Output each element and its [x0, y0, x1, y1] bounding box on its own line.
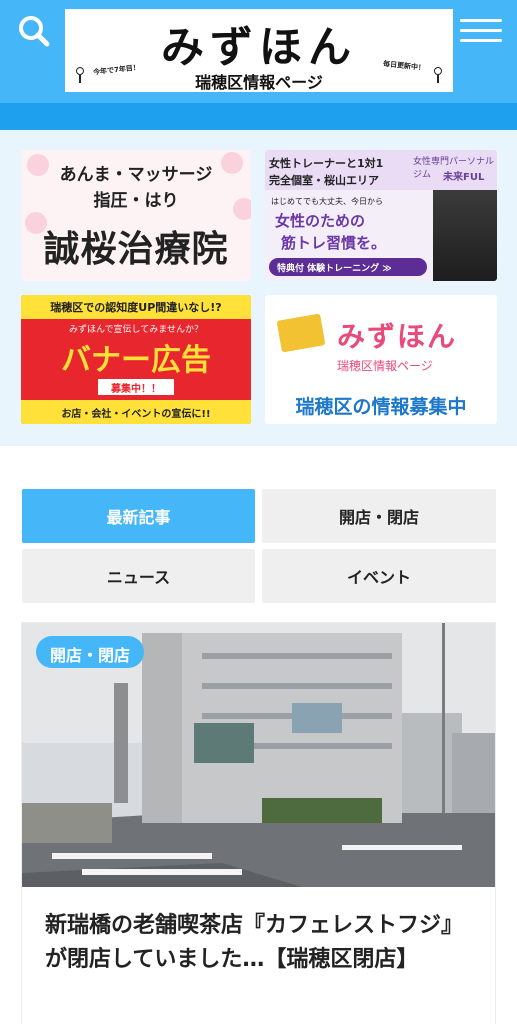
category-badge[interactable]: 開店・閉店	[36, 636, 144, 668]
hamburger-menu-icon	[458, 19, 504, 42]
banner-ad-recruit[interactable]: 瑞穂区での認知度UP間違いなし!? みずほんで宣伝してみませんか？ バナー広告 …	[21, 295, 251, 424]
banner-mirai-ful-gym[interactable]: 女性トレーナーと1対1 完全個室・桜山エリア 女性専門パーソナルジム 未来FUL…	[265, 150, 497, 281]
banner-text: お店・会社・イベントの宣伝に!!	[21, 400, 251, 424]
banner-text: はじめてでも大丈夫、今日から	[271, 197, 383, 206]
banner-text: 瑞穂区の情報募集中	[295, 396, 467, 418]
logo-figure-right-icon	[429, 67, 447, 87]
article-card[interactable]: 開店・閉店 新瑞橋の老舗喫茶店『カフェレストフジ』が閉店していました…【瑞穂区閉…	[22, 623, 495, 1024]
site-logo[interactable]: みずほん 瑞穂区情報ページ 今年で7年目！ 毎日更新中！	[65, 9, 453, 92]
tab-news[interactable]: ニュース	[22, 549, 255, 603]
banner-text: みずほんで宣伝してみませんか？	[68, 325, 203, 335]
banner-seiou-clinic[interactable]: あんま・マッサージ 指圧・はり 誠桜治療院	[21, 150, 251, 281]
tab-open-close[interactable]: 開店・閉店	[262, 489, 496, 543]
banner-info-recruit[interactable]: みずほん 瑞穂区情報ページ 瑞穂区の情報募集中	[265, 295, 497, 424]
banner-text: 指圧・はり	[93, 191, 179, 211]
banner-text: 女性トレーナーと1対1	[269, 157, 384, 170]
logo-figure-left-icon	[71, 67, 89, 87]
trial-training-button[interactable]: 特典付 体験トレーニング ≫	[269, 258, 427, 276]
tab-latest[interactable]: 最新記事	[22, 489, 255, 543]
banner-text: 瑞穂区情報ページ	[337, 359, 433, 373]
menu-button[interactable]	[458, 14, 504, 50]
banner-badge: 募集中！！	[98, 379, 174, 395]
site-header: みずほん 瑞穂区情報ページ 今年で7年目！ 毎日更新中！	[0, 0, 517, 103]
search-icon	[19, 16, 50, 47]
banner-text: 瑞穂区での認知度UP間違いなし!?	[21, 295, 251, 319]
banner-heading: バナー広告	[61, 343, 211, 378]
article-title[interactable]: 新瑞橋の老舗喫茶店『カフェレストフジ』が閉店していました…【瑞穂区閉店】	[45, 909, 475, 977]
banner-heading: 女性のための	[275, 212, 366, 230]
banner-heading: 筋トレ習慣を。	[281, 234, 387, 252]
banner-area: あんま・マッサージ 指圧・はり 誠桜治療院 女性トレーナーと1対1 完全個室・桜…	[0, 130, 517, 446]
envelope-icon	[276, 313, 326, 353]
article-thumbnail[interactable]: 開店・閉店	[22, 623, 495, 887]
article-tabs: 最新記事 開店・閉店 ニュース イベント	[22, 489, 496, 603]
trainer-photo	[433, 190, 497, 281]
banner-text: 完全個室・桜山エリア	[269, 174, 379, 187]
banner-heading: みずほん	[337, 320, 458, 353]
header-strip	[0, 103, 517, 130]
banner-brand-name: 未来FUL	[443, 172, 485, 183]
search-button[interactable]	[14, 12, 54, 52]
banner-heading: 誠桜治療院	[43, 228, 229, 270]
banner-text: あんま・マッサージ	[59, 165, 213, 185]
tab-event[interactable]: イベント	[262, 549, 496, 603]
